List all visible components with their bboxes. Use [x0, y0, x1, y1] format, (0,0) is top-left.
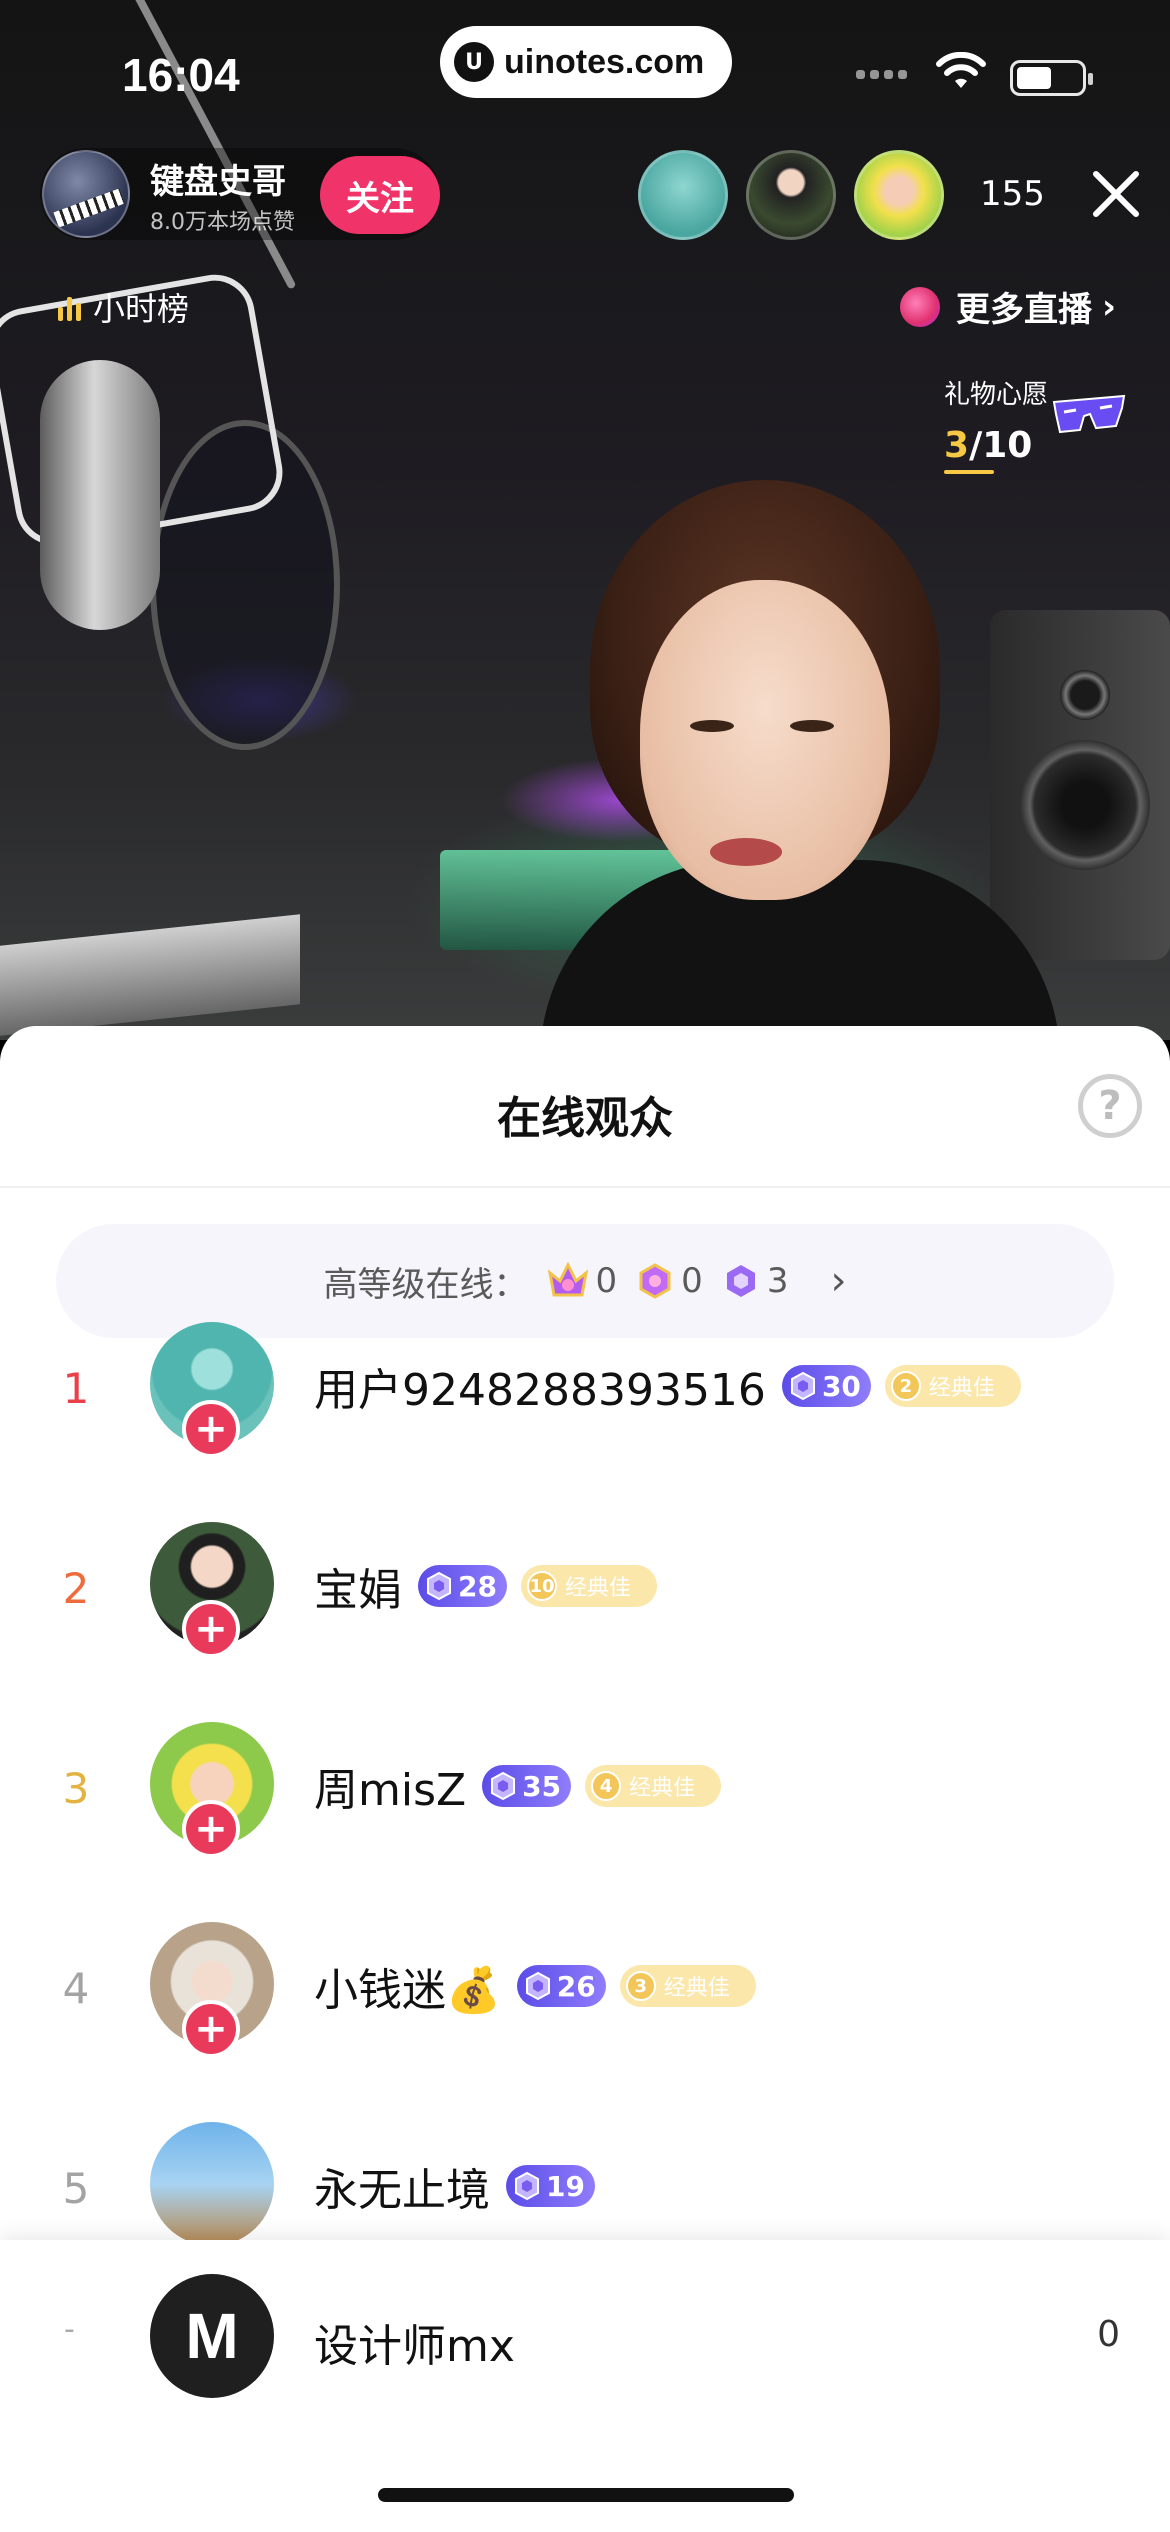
fan-club-badge: 2 经典佳	[884, 1365, 1021, 1407]
high-level-label: 高等级在线：	[323, 1264, 528, 1305]
winged-gem-icon	[639, 1263, 671, 1299]
fan-club-badge: 4 经典佳	[585, 1765, 722, 1807]
viewer-rank: 4	[62, 1964, 90, 2013]
fan-level-coin: 2	[890, 1371, 921, 1401]
uinotes-logo-icon: U	[454, 42, 494, 82]
fan-club-label: 经典佳	[928, 1376, 995, 1401]
microphone	[40, 360, 160, 630]
close-icon[interactable]	[1088, 166, 1144, 222]
divider	[0, 1186, 1170, 1188]
fan-level-coin: 3	[625, 1971, 656, 2001]
level-badge: 28	[418, 1565, 507, 1607]
level-gem-icon	[491, 1771, 516, 1801]
viewer-name: 宝娟	[314, 1565, 402, 1616]
viewer-rank: 1	[62, 1364, 90, 1413]
level-number: 28	[458, 1569, 497, 1603]
follow-button[interactable]: 关注	[320, 156, 440, 234]
level-gem-icon	[427, 1571, 451, 1601]
level-gem-icon	[790, 1371, 815, 1401]
level-number: 30	[821, 1369, 861, 1403]
viewer-name: 小钱迷💰	[314, 1965, 501, 2016]
high-level-count-1: 0	[595, 1261, 618, 1301]
fan-level-coin: 10	[526, 1571, 557, 1601]
high-level-count-2: 0	[681, 1261, 703, 1301]
level-number: 19	[546, 2169, 585, 2203]
viewer-rank: 2	[62, 1564, 90, 1613]
self-avatar[interactable]: M	[150, 2274, 274, 2398]
fan-level-coin: 4	[591, 1771, 622, 1801]
crown-gem-icon	[547, 1261, 588, 1297]
level-gem-icon	[525, 1971, 550, 2001]
sunglasses-gift-icon	[1052, 394, 1126, 434]
viewer-row[interactable]: 1 + 用户9248288393516 30 2 经典佳	[0, 1308, 1170, 1468]
hour-rank-label: 小时榜	[93, 290, 190, 328]
keyboard-instrument	[0, 914, 300, 1036]
live-orb-icon	[900, 286, 940, 327]
chevron-right-icon: ›	[1102, 286, 1117, 327]
add-friend-button[interactable]: +	[182, 1600, 240, 1658]
level-number: 26	[556, 1969, 596, 2003]
viewer-row[interactable]: 4 + 小钱迷💰 26 3 经典佳	[0, 1908, 1170, 2068]
viewer-name: 周misZ	[314, 1765, 467, 1816]
level-badge: 35	[482, 1765, 572, 1807]
online-viewers-sheet: 在线观众 ? 高等级在线： 0 0 3 › 1 + 用户924828839351…	[0, 1026, 1170, 2532]
status-time: 16:04	[122, 49, 240, 101]
viewer-name: 永无止境	[314, 2165, 490, 2216]
viewer-avatar[interactable]	[150, 2122, 274, 2246]
self-avatar-letter: M	[185, 2300, 239, 2372]
self-rank: -	[64, 2312, 75, 2347]
level-badge: 26	[516, 1965, 606, 2007]
fan-club-label: 经典佳	[663, 1976, 730, 2001]
hour-rank-button[interactable]: 小时榜	[58, 284, 189, 330]
gift-wish-progress: 3/10	[944, 425, 1033, 466]
add-friend-button[interactable]: +	[182, 2000, 240, 2058]
gift-wish-widget[interactable]: 礼物心愿 3/10	[944, 374, 1048, 474]
url-pill: U uinotes.com	[440, 26, 732, 98]
chevron-right-icon: ›	[830, 1258, 847, 1304]
host-likes: 8.0万本场点赞	[150, 210, 295, 235]
url-text: uinotes.com	[504, 42, 705, 81]
viewer-rank: 5	[62, 2164, 90, 2213]
add-friend-button[interactable]: +	[182, 1800, 240, 1858]
top-viewer-avatar-3[interactable]	[854, 150, 944, 240]
rank-bars-icon	[58, 293, 81, 321]
self-score: 0	[1097, 2314, 1120, 2355]
more-live-label: 更多直播	[956, 290, 1092, 330]
viewer-count[interactable]: 155	[980, 174, 1045, 214]
viewer-rank: 3	[62, 1764, 90, 1813]
level-badge: 19	[506, 2165, 595, 2207]
hex-gem-icon	[726, 1265, 755, 1297]
cellular-signal-icon	[856, 70, 907, 79]
self-name: 设计师mx	[314, 2321, 515, 2372]
top-viewer-avatar-1[interactable]	[638, 150, 728, 240]
wifi-icon	[936, 52, 986, 88]
viewer-name: 用户9248288393516	[314, 1365, 766, 1416]
top-viewer-avatar-2[interactable]	[746, 150, 836, 240]
speaker	[990, 610, 1170, 960]
add-friend-button[interactable]: +	[182, 1400, 240, 1458]
viewer-row[interactable]: 3 + 周misZ 35 4 经典佳	[0, 1708, 1170, 1868]
level-badge: 30	[781, 1365, 871, 1407]
fan-club-badge: 3 经典佳	[619, 1965, 756, 2007]
fan-club-label: 经典佳	[629, 1776, 696, 1801]
gift-wish-title: 礼物心愿	[944, 380, 1049, 410]
mic-stand	[120, 0, 297, 290]
host-name[interactable]: 键盘史哥	[150, 154, 286, 203]
help-icon[interactable]: ?	[1078, 1074, 1142, 1138]
sheet-title: 在线观众	[497, 1093, 673, 1144]
fan-club-badge: 10 经典佳	[520, 1565, 657, 1607]
battery-icon	[1010, 60, 1093, 96]
home-indicator[interactable]	[378, 2488, 794, 2502]
fan-club-label: 经典佳	[564, 1576, 631, 1601]
host-avatar[interactable]	[42, 150, 130, 238]
level-number: 35	[522, 1769, 562, 1803]
high-level-count-3: 3	[766, 1261, 789, 1301]
level-gem-icon	[515, 2171, 539, 2201]
more-live-button[interactable]: 更多直播 ›	[900, 282, 1116, 331]
viewer-row[interactable]: 2 + 宝娟 28 10 经典佳	[0, 1508, 1170, 1668]
